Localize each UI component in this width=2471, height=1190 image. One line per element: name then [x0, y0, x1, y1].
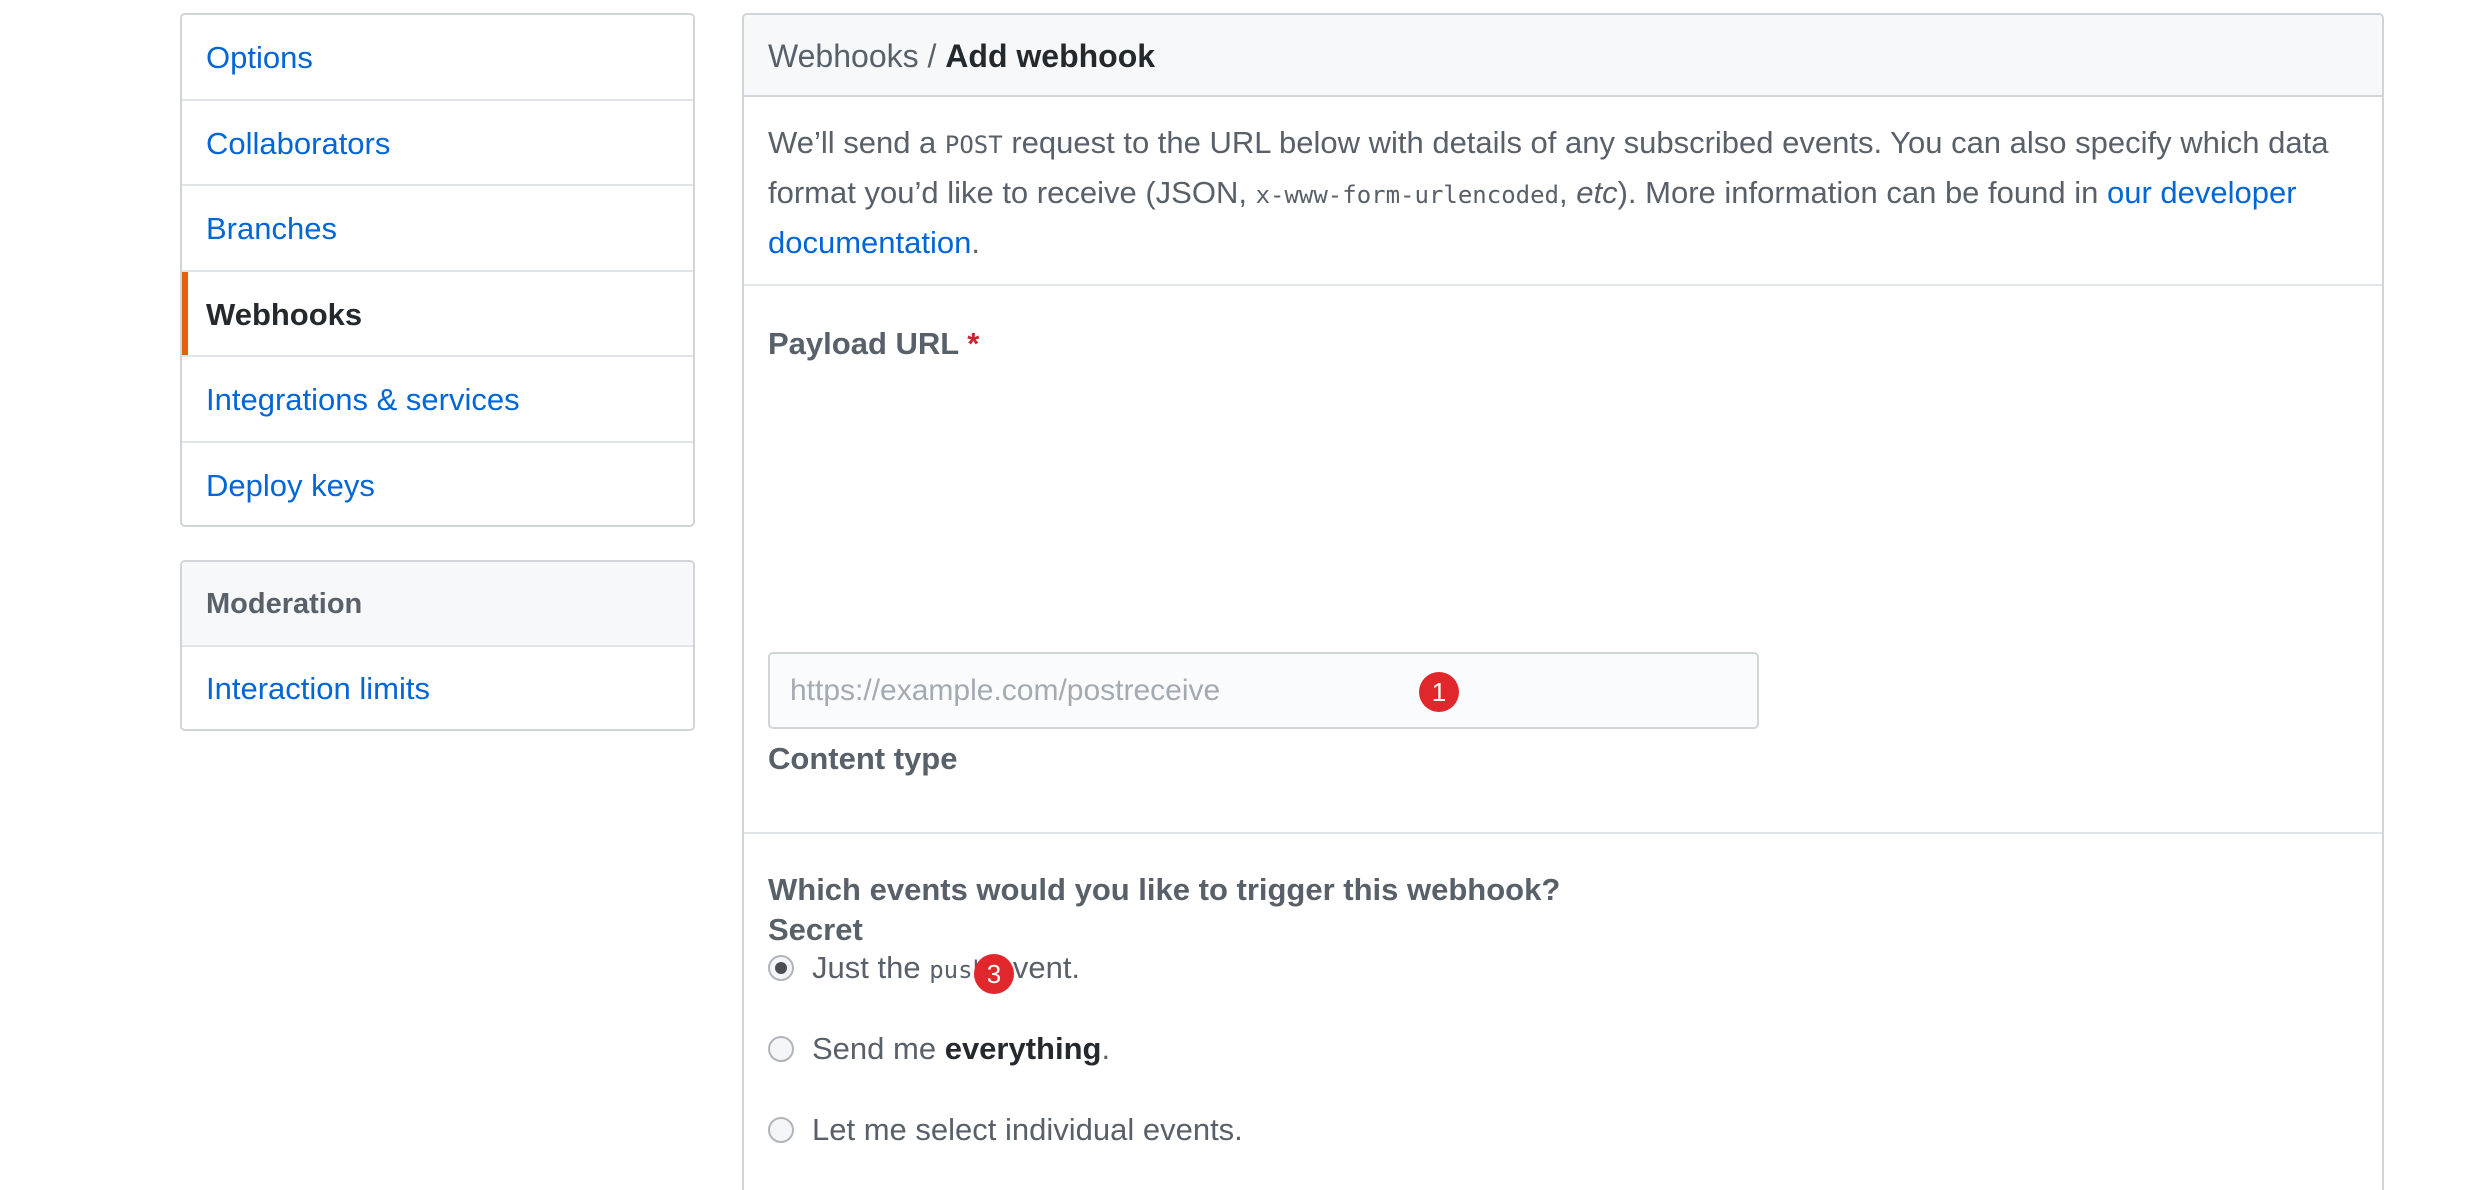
intro-part: We’ll send a	[768, 125, 945, 160]
sidebar-item-deploy-keys[interactable]: Deploy keys	[182, 443, 693, 526]
settings-sidebar: Options Collaborators Branches Webhooks …	[180, 13, 695, 527]
add-webhook-panel: Webhooks / Add webhook We’ll send a POST…	[742, 13, 2384, 1190]
radio-individual-label: Let me select individual events.	[812, 1112, 1243, 1147]
radio-push-label: Just the push event.	[812, 950, 1080, 988]
post-code: POST	[944, 131, 1003, 159]
radio-button[interactable]	[768, 1036, 794, 1062]
content-type-label: Content type	[768, 741, 958, 776]
sidebar-item-branches[interactable]: Branches	[182, 186, 693, 272]
intro-part: .	[971, 225, 980, 260]
etc-text: etc	[1576, 175, 1618, 210]
annotation-badge-1: 1	[1419, 672, 1459, 712]
sidebar-item-options[interactable]: Options	[182, 15, 693, 101]
sidebar-item-webhooks[interactable]: Webhooks	[182, 271, 693, 357]
format-code: x-www-form-urlencoded	[1255, 181, 1559, 209]
radio-text-part: .	[1101, 1031, 1111, 1066]
intro-part: ,	[1559, 175, 1577, 210]
everything-bold: everything	[944, 1031, 1102, 1066]
page-title: Add webhook	[945, 38, 1156, 74]
sidebar-item-integrations-services[interactable]: Integrations & services	[182, 357, 693, 443]
sidebar-item-collaborators[interactable]: Collaborators	[182, 101, 693, 186]
radio-text-part: Send me	[812, 1031, 945, 1066]
intro-text: We’ll send a POST request to the URL bel…	[744, 97, 2382, 286]
annotation-badge-3: 3	[974, 954, 1014, 994]
payload-url-input[interactable]	[768, 652, 1759, 729]
payload-url-label: Payload URL *	[768, 326, 979, 362]
breadcrumb: Webhooks / Add webhook	[744, 15, 2382, 97]
radio-button[interactable]	[768, 1117, 794, 1143]
events-question: Which events would you like to trigger t…	[768, 872, 1561, 907]
radio-button-checked[interactable]	[768, 955, 794, 981]
breadcrumb-separator: /	[918, 38, 946, 74]
sidebar-item-interaction-limits[interactable]: Interaction limits	[182, 647, 693, 729]
intro-part: ). More information can be found in	[1617, 175, 2107, 210]
radio-text-part: Just the	[812, 950, 930, 985]
payload-url-label-text: Payload URL	[768, 326, 959, 361]
breadcrumb-webhooks-link[interactable]: Webhooks	[768, 38, 919, 74]
events-section: Which events would you like to trigger t…	[744, 834, 2382, 1190]
webhook-form: Payload URL * 1 Content type Secret	[744, 286, 2382, 947]
required-marker: *	[967, 326, 980, 361]
moderation-heading: Moderation	[182, 562, 693, 647]
radio-everything-label: Send me everything.	[812, 1031, 1110, 1067]
page: Options Collaborators Branches Webhooks …	[0, 0, 2471, 1190]
moderation-sidebar: Moderation Interaction limits	[180, 560, 695, 731]
